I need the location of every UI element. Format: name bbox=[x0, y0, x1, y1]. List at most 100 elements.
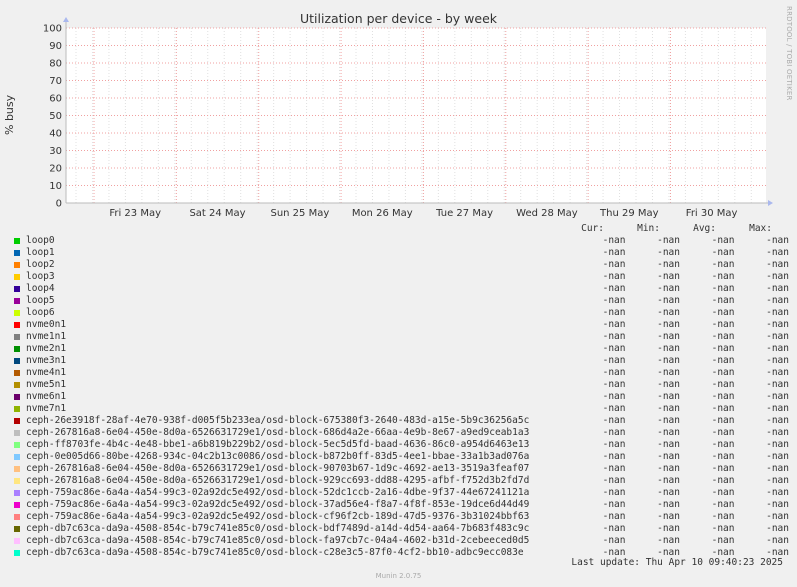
legend-value-avg: -nan bbox=[711, 355, 735, 366]
x-tick-label: Mon 26 May bbox=[352, 208, 413, 219]
x-tick-label: Sat 24 May bbox=[189, 208, 245, 219]
legend-value-avg: -nan bbox=[711, 415, 735, 426]
legend-value-avg: -nan bbox=[711, 439, 735, 450]
legend-label: ceph-db7c63ca-da9a-4508-854c-b79c741e85c… bbox=[26, 523, 530, 534]
legend-value-min: -nan bbox=[657, 319, 680, 330]
legend-value-avg: -nan bbox=[711, 451, 735, 462]
legend-item: loop5 -nan -nan -nan -nan bbox=[14, 295, 789, 307]
legend-item: nvme3n1 -nan -nan -nan -nan bbox=[14, 355, 789, 367]
legend-label: ceph-759ac86e-6a4a-4a54-99c3-02a92dc5e49… bbox=[26, 487, 530, 498]
legend-value-min: -nan bbox=[657, 259, 680, 270]
legend-swatch bbox=[14, 310, 20, 316]
legend-value-min: -nan bbox=[657, 283, 680, 294]
legend-value-cur: -nan bbox=[602, 247, 626, 258]
legend-value-max: -nan bbox=[766, 475, 789, 486]
legend-value-avg: -nan bbox=[711, 475, 735, 486]
legend-swatch bbox=[14, 442, 20, 448]
legend-label: loop0 bbox=[26, 235, 55, 246]
legend-value-min: -nan bbox=[657, 499, 680, 510]
legend-swatch bbox=[14, 238, 20, 244]
legend-value-cur: -nan bbox=[602, 271, 626, 282]
legend-item: ceph-267816a8-6e04-450e-8d0a-6526631729e… bbox=[14, 427, 789, 439]
legend-item: nvme1n1 -nan -nan -nan -nan bbox=[14, 331, 789, 343]
chart-plot: 0 10 20 30 40 50 60 70 80 90 100 Fri 23 May Sat 24 M… bbox=[43, 17, 773, 219]
legend-label: ceph-ff8703fe-4b4c-4e48-bbe1-a6b819b229b… bbox=[26, 439, 530, 450]
legend-value-cur: -nan bbox=[602, 343, 626, 354]
legend-label: nvme7n1 bbox=[26, 403, 67, 414]
legend-value-min: -nan bbox=[657, 355, 680, 366]
legend-label: ceph-0e005d66-80be-4268-934c-04c2b13c008… bbox=[26, 451, 530, 462]
legend-value-min: -nan bbox=[657, 391, 680, 402]
legend-item: loop6 -nan -nan -nan -nan bbox=[14, 307, 789, 319]
y-tick-label: 50 bbox=[49, 111, 62, 122]
legend-value-avg: -nan bbox=[711, 499, 735, 510]
legend-swatch bbox=[14, 382, 20, 388]
y-tick-label: 30 bbox=[49, 146, 62, 157]
legend-swatch bbox=[14, 478, 20, 484]
legend-label: nvme2n1 bbox=[26, 343, 67, 354]
legend-value-avg: -nan bbox=[711, 271, 735, 282]
legend-label: loop5 bbox=[26, 295, 55, 306]
legend-value-max: -nan bbox=[766, 511, 789, 522]
x-tick-label: Thu 29 May bbox=[599, 208, 659, 219]
legend-value-cur: -nan bbox=[602, 295, 626, 306]
legend-value-avg: -nan bbox=[711, 511, 735, 522]
legend-swatch bbox=[14, 262, 20, 268]
legend-label: ceph-267816a8-6e04-450e-8d0a-6526631729e… bbox=[26, 475, 530, 486]
legend-value-cur: -nan bbox=[602, 463, 626, 474]
legend-value-avg: -nan bbox=[711, 487, 735, 498]
y-tick-label: 40 bbox=[49, 129, 62, 140]
y-tick-label: 80 bbox=[49, 59, 62, 70]
legend-value-avg: -nan bbox=[711, 367, 735, 378]
legend-value-max: -nan bbox=[766, 259, 789, 270]
legend-value-max: -nan bbox=[766, 319, 789, 330]
legend-value-avg: -nan bbox=[711, 247, 735, 258]
legend-swatch bbox=[14, 466, 20, 472]
legend-swatch bbox=[14, 298, 20, 304]
legend-value-avg: -nan bbox=[711, 259, 735, 270]
y-tick-label: 20 bbox=[49, 164, 62, 175]
legend-swatch bbox=[14, 502, 20, 508]
legend-value-min: -nan bbox=[657, 475, 680, 486]
legend-value-min: -nan bbox=[657, 247, 680, 258]
legend-item: loop4 -nan -nan -nan -nan bbox=[14, 283, 789, 295]
legend-value-cur: -nan bbox=[602, 331, 626, 342]
x-tick-label: Sun 25 May bbox=[270, 208, 329, 219]
legend-value-max: -nan bbox=[766, 487, 789, 498]
legend-value-cur: -nan bbox=[602, 427, 626, 438]
legend-value-cur: -nan bbox=[602, 283, 626, 294]
legend-header-avg: Avg: bbox=[693, 223, 716, 234]
legend-value-min: -nan bbox=[657, 511, 680, 522]
legend-label: ceph-26e3918f-28af-4e70-938f-d005f5b233e… bbox=[26, 415, 530, 426]
legend-label: ceph-267816a8-6e04-450e-8d0a-6526631729e… bbox=[26, 427, 530, 438]
legend-value-max: -nan bbox=[766, 367, 789, 378]
y-tick-label: 100 bbox=[43, 24, 62, 35]
legend-swatch bbox=[14, 346, 20, 352]
legend-item: ceph-759ac86e-6a4a-4a54-99c3-02a92dc5e49… bbox=[14, 487, 789, 499]
legend-swatch bbox=[14, 322, 20, 328]
legend-label: nvme1n1 bbox=[26, 331, 67, 342]
legend-value-min: -nan bbox=[657, 439, 680, 450]
legend-value-min: -nan bbox=[657, 451, 680, 462]
legend-value-cur: -nan bbox=[602, 415, 626, 426]
legend-value-min: -nan bbox=[657, 415, 680, 426]
legend: loop0 -nan -nan -nan -nan loop1 -nan -nan -nan -n… bbox=[14, 235, 789, 559]
legend-value-cur: -nan bbox=[602, 499, 626, 510]
legend-swatch bbox=[14, 394, 20, 400]
legend-value-cur: -nan bbox=[602, 535, 626, 546]
legend-swatch bbox=[14, 250, 20, 256]
legend-label: loop2 bbox=[26, 259, 55, 270]
legend-swatch bbox=[14, 514, 20, 520]
legend-value-max: -nan bbox=[766, 283, 789, 294]
legend-label: ceph-759ac86e-6a4a-4a54-99c3-02a92dc5e49… bbox=[26, 499, 530, 510]
legend-swatch bbox=[14, 274, 20, 280]
legend-item: ceph-ff8703fe-4b4c-4e48-bbe1-a6b819b229b… bbox=[14, 439, 789, 451]
legend-value-min: -nan bbox=[657, 463, 680, 474]
legend-swatch bbox=[14, 334, 20, 340]
legend-value-max: -nan bbox=[766, 331, 789, 342]
legend-value-avg: -nan bbox=[711, 319, 735, 330]
legend-value-max: -nan bbox=[766, 391, 789, 402]
legend-label: loop6 bbox=[26, 307, 55, 318]
legend-value-avg: -nan bbox=[711, 307, 735, 318]
legend-value-cur: -nan bbox=[602, 523, 626, 534]
